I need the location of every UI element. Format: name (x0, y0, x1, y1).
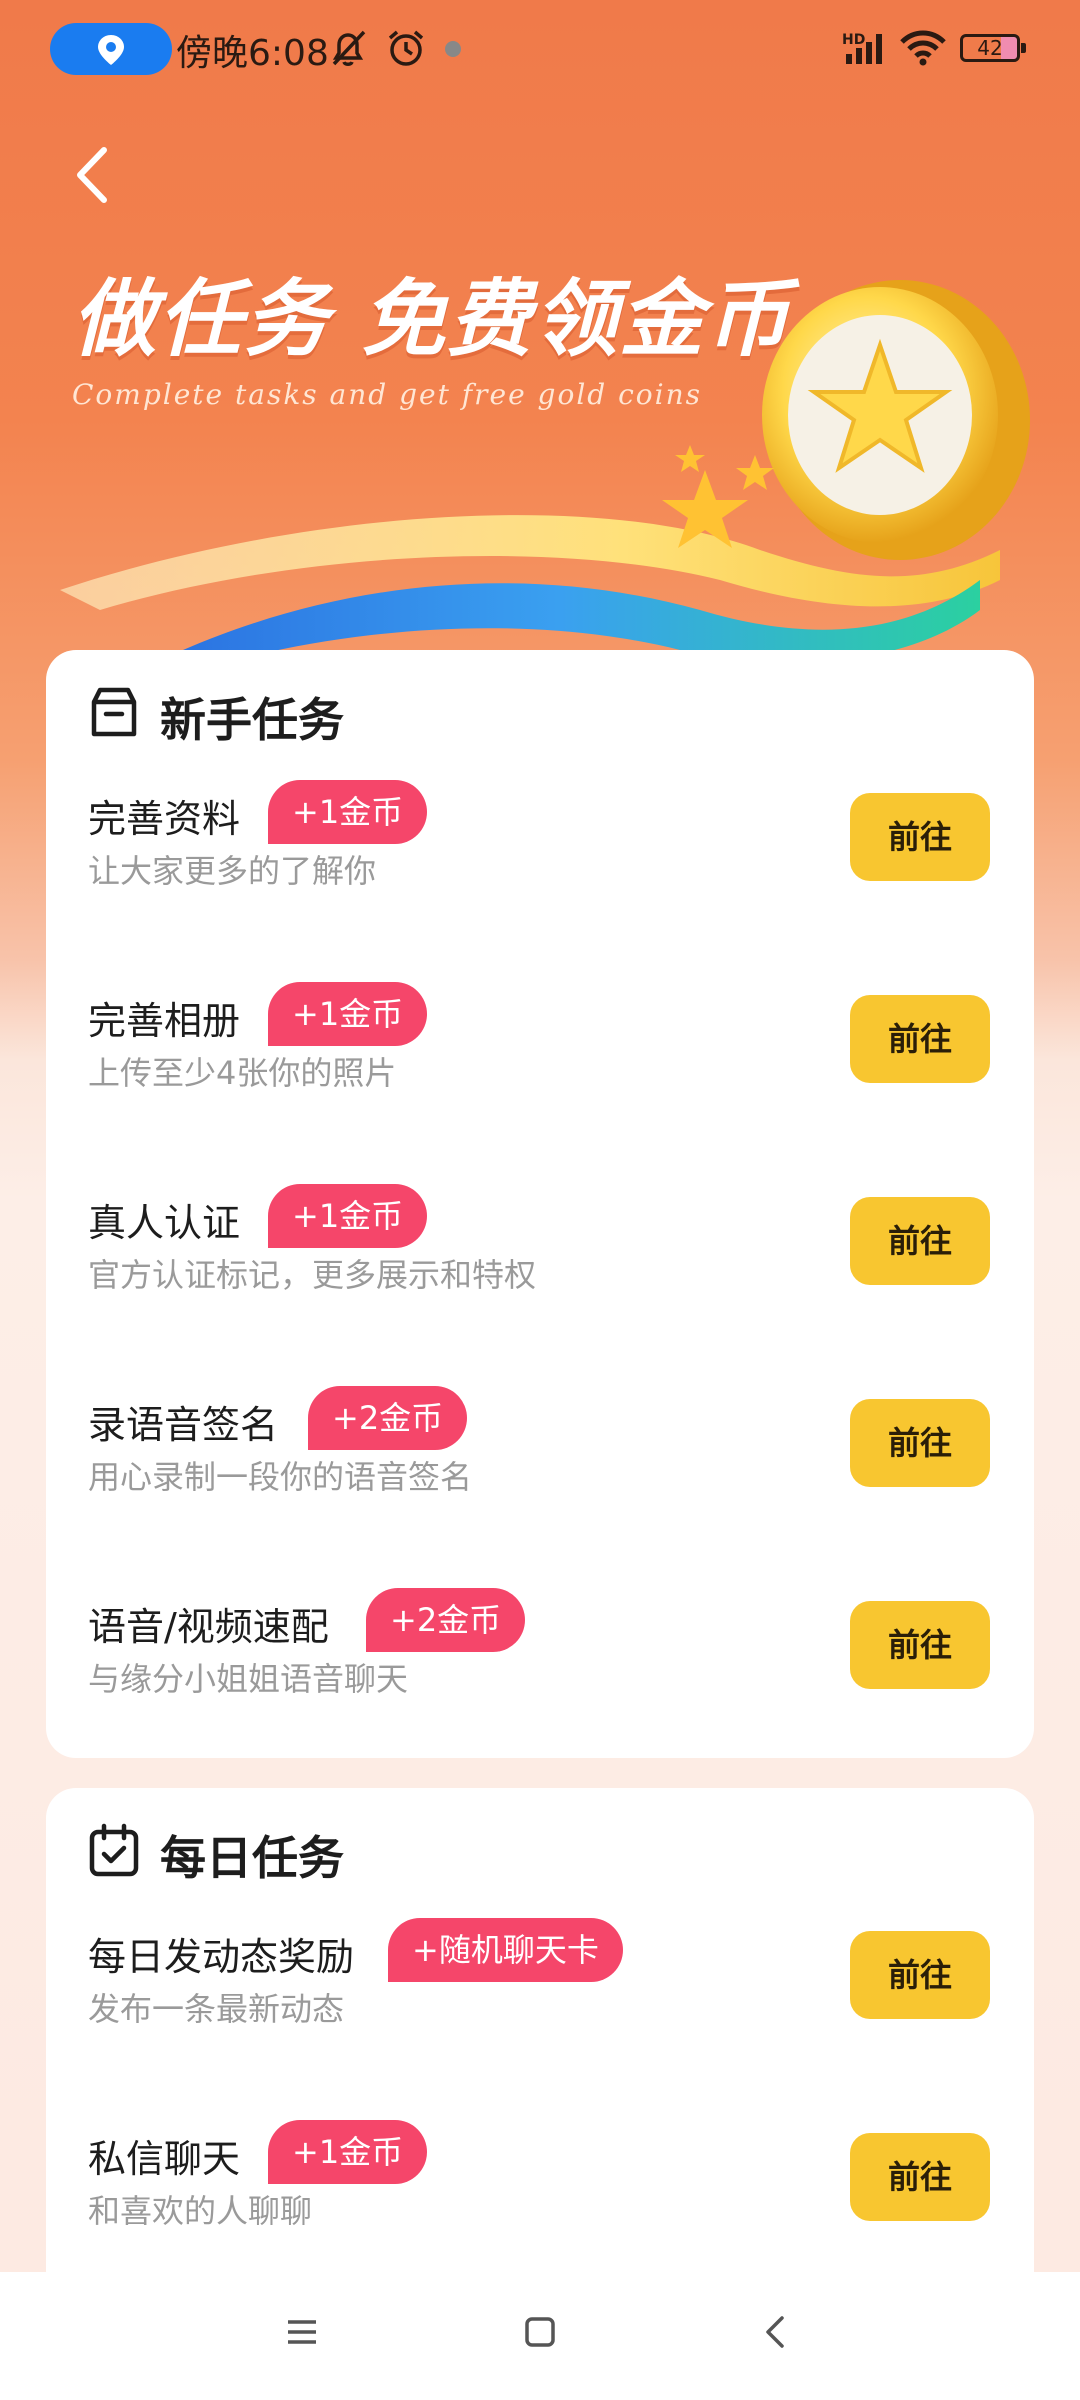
bell-off-icon (332, 30, 366, 66)
daily-tasks-card: 每日任务 每日发动态奖励 +随机聊天卡 发布一条最新动态 前往 私信聊天 +1金… (46, 1788, 1034, 2308)
task-title: 语音/视频速配 (88, 1605, 329, 1649)
notification-app-icon (445, 41, 461, 57)
newbie-tasks-card: 新手任务 完善资料 +1金币 让大家更多的了解你 前往 完善相册 +1金币 上传… (46, 650, 1034, 1758)
go-button[interactable]: 前往 (850, 1931, 990, 2019)
status-bar: 傍晚6:08 HD 42 (0, 0, 1080, 100)
go-button[interactable]: 前往 (850, 1601, 990, 1689)
go-button[interactable]: 前往 (850, 995, 990, 1083)
triangle-back-icon (766, 2316, 784, 2348)
location-pin-icon (98, 35, 124, 65)
task-description: 让大家更多的了解你 (88, 852, 377, 890)
system-nav-bar (0, 2272, 1080, 2400)
chevron-left-icon (77, 147, 107, 203)
task-title: 私信聊天 (88, 2137, 241, 2181)
task-description: 和喜欢的人聊聊 (88, 2192, 313, 2230)
task-title: 完善相册 (88, 999, 241, 1043)
task-item: 私信聊天 +1金币 和喜欢的人聊聊 前往 (46, 2120, 1034, 2278)
task-title: 完善资料 (88, 797, 241, 841)
task-description: 上传至少4张你的照片 (88, 1054, 397, 1092)
newbie-tasks-title: 新手任务 (160, 693, 344, 747)
reward-badge: +1金币 (268, 2120, 428, 2184)
task-item: 完善相册 +1金币 上传至少4张你的照片 前往 (46, 982, 1034, 1140)
page-subtitle: Complete tasks and get free gold coins (72, 378, 702, 411)
wifi-icon (900, 30, 946, 66)
back-button[interactable] (66, 140, 122, 210)
box-icon (91, 687, 137, 737)
go-button[interactable]: 前往 (850, 1197, 990, 1285)
task-item: 每日发动态奖励 +随机聊天卡 发布一条最新动态 前往 (46, 1918, 1034, 2076)
daily-tasks-title: 每日任务 (160, 1831, 344, 1885)
alarm-clock-icon (388, 30, 424, 66)
nav-menu-button[interactable] (284, 2314, 320, 2354)
reward-badge: +1金币 (268, 982, 428, 1046)
battery-indicator: 42 (960, 34, 1026, 62)
signal-icon (846, 34, 882, 64)
status-time: 傍晚6:08 (176, 33, 329, 74)
nav-back-button[interactable] (758, 2314, 794, 2354)
reward-badge: +2金币 (366, 1588, 526, 1652)
nav-home-button[interactable] (522, 2314, 558, 2354)
task-description: 官方认证标记，更多展示和特权 (88, 1256, 537, 1294)
task-item: 完善资料 +1金币 让大家更多的了解你 前往 (46, 780, 1034, 938)
go-button[interactable]: 前往 (850, 793, 990, 881)
page-title: 做任务 免费领金币 (72, 270, 792, 368)
calendar-check-icon (89, 1823, 139, 1877)
task-title: 录语音签名 (88, 1403, 279, 1447)
task-item: 录语音签名 +2金币 用心录制一段你的语音签名 前往 (46, 1386, 1034, 1544)
reward-badge: +1金币 (268, 780, 428, 844)
reward-badge: +2金币 (308, 1386, 468, 1450)
go-button[interactable]: 前往 (850, 2133, 990, 2221)
task-item: 语音/视频速配 +2金币 与缘分小姐姐语音聊天 前往 (46, 1588, 1034, 1746)
task-title: 每日发动态奖励 (88, 1935, 355, 1979)
reward-badge: +1金币 (268, 1184, 428, 1248)
task-item: 真人认证 +1金币 官方认证标记，更多展示和特权 前往 (46, 1184, 1034, 1342)
task-description: 与缘分小姐姐语音聊天 (88, 1660, 409, 1698)
menu-icon (288, 2320, 316, 2344)
task-description: 发布一条最新动态 (88, 1990, 345, 2028)
go-button[interactable]: 前往 (850, 1399, 990, 1487)
square-icon (525, 2317, 555, 2347)
task-title: 真人认证 (88, 1201, 241, 1245)
task-description: 用心录制一段你的语音签名 (88, 1458, 473, 1496)
reward-badge: +随机聊天卡 (388, 1918, 623, 1982)
location-indicator[interactable] (50, 23, 172, 75)
